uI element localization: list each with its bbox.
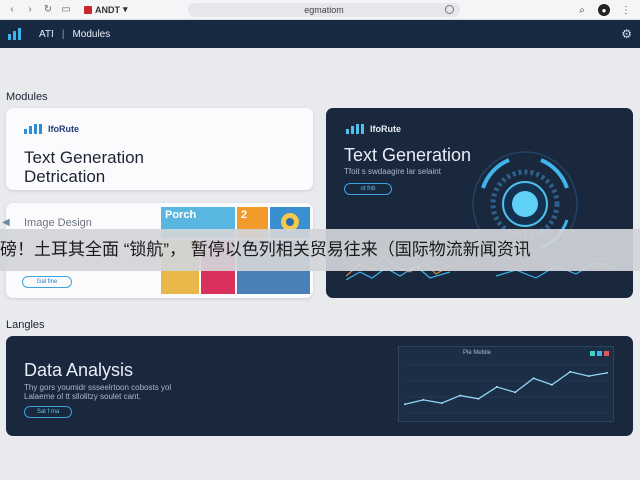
gear-icon[interactable]: ⚙ [621,27,632,41]
url-text: egmatiom [304,5,344,15]
back-icon[interactable]: ‹ [6,4,18,16]
chart-point [532,377,535,380]
legend-swatch [597,351,602,356]
chart-legend [590,351,609,356]
chart-point [477,397,480,400]
address-bar[interactable]: egmatiom [188,3,460,17]
nav-section[interactable]: Modules [72,29,110,40]
nav-brand[interactable]: ATI [39,29,54,40]
chart-point [606,371,608,374]
chart-point [422,398,425,401]
chart-point [404,403,406,406]
chart-point [569,370,572,373]
line-chart [404,364,609,414]
chart-point [551,383,553,386]
app-logo-icon[interactable] [8,28,21,40]
tab-label: ANDT [95,4,120,15]
module-card-text-generation[interactable]: lfoRute Text Generation Detrication [6,108,313,190]
card-title-line1: Text Generation [24,148,145,167]
chart-point [587,375,590,378]
chevron-down-icon[interactable]: ▾ [123,4,128,15]
chart-series-line [404,371,608,405]
chart-point [514,391,517,394]
card-brand: lfoRute [346,124,401,134]
brand-label: lfoRute [370,124,401,134]
card-title: Text Generation [344,145,472,165]
card-title: Data Analysis [24,360,134,380]
search-icon[interactable]: ⌕ [576,4,588,16]
card-action-button[interactable]: Gal fine [22,276,72,288]
home-icon[interactable]: ▭ [60,4,72,16]
url-status-icon [445,5,454,14]
card-action-button[interactable]: ot fnb [344,183,392,195]
brand-logo-icon [346,124,364,134]
profile-icon[interactable]: ● [598,4,610,16]
tab-favicon-icon [84,5,92,14]
brand-logo-icon [24,124,42,134]
card-desc-line2: Lalaeme ol tt sllolitzy soulet cant. [24,392,141,401]
forward-icon[interactable]: › [24,4,36,16]
card-title-line2: Detrication [24,167,106,186]
legend-swatch [590,351,595,356]
card-action-button[interactable]: Sat f ma [24,406,72,418]
card-subtitle: Tfoit s swdaagire lar selaint [344,167,441,176]
app-navbar: ATI | Modules ⚙ [0,20,640,48]
browser-tab[interactable]: ANDT ▾ [84,4,128,15]
chart-point [459,394,461,397]
legend-swatch [604,351,609,356]
news-ticker-banner[interactable]: 磅！土耳其全面 “锁航”， 暂停以色列相关贸易往来（国际物流新闻资讯 [0,229,640,271]
chart-point [495,386,498,388]
section-title-langles: Langles [6,319,45,331]
menu-icon[interactable]: ⋮ [620,4,632,16]
module-card-data-analysis[interactable]: Data Analysis Thy gors youmidr ssseelrto… [6,336,633,436]
browser-toolbar: ‹ › ↻ ▭ ANDT ▾ egmatiom ⌕ ● ⋮ [0,0,640,20]
nav-separator: | [61,28,65,40]
brand-label: lfoRute [48,124,79,134]
chart-title: Ple Mebile [463,350,492,356]
chart-point [440,402,443,405]
chevron-left-icon[interactable]: ◀ [2,217,10,228]
card-brand: lfoRute [24,124,79,134]
section-title-modules: Modules [6,91,48,103]
line-chart-panel: Ple Mebile [398,346,614,422]
refresh-icon[interactable]: ↻ [42,4,54,16]
